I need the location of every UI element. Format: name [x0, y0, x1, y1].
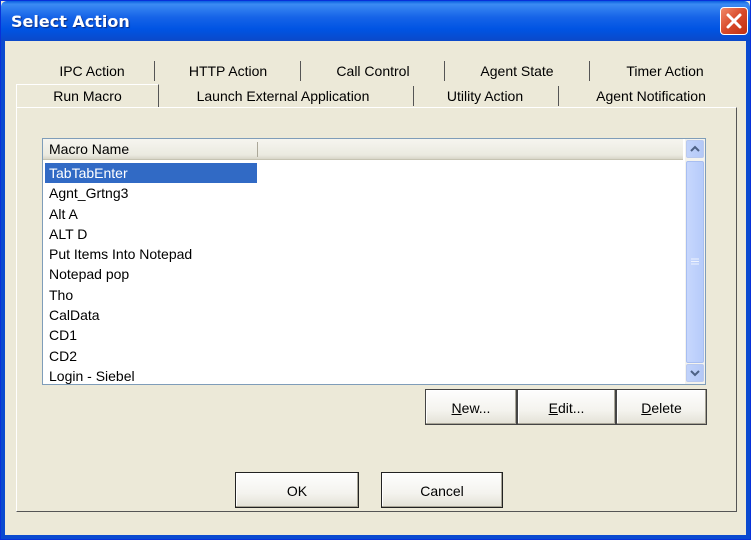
- scroll-down-button[interactable]: [686, 364, 704, 382]
- edit-label: dit...: [557, 400, 585, 416]
- tab-divider: [558, 86, 559, 106]
- tab-utility-action[interactable]: Utility Action: [419, 85, 551, 107]
- vertical-scrollbar[interactable]: [685, 139, 705, 384]
- list-item[interactable]: CalData: [45, 305, 257, 325]
- tab-divider: [154, 61, 155, 81]
- tab-ipc-action[interactable]: IPC Action: [37, 60, 147, 82]
- tab-call-control[interactable]: Call Control: [307, 60, 439, 82]
- list-header: Macro Name: [43, 139, 683, 160]
- close-button[interactable]: [720, 7, 748, 35]
- list-item[interactable]: Agnt_Grtng3: [45, 183, 257, 203]
- new-button[interactable]: New...: [425, 389, 517, 425]
- tab-divider: [413, 86, 414, 106]
- macro-list[interactable]: Macro Name TabTabEnter Agnt_Grtng3 Alt A…: [42, 138, 706, 385]
- tab-launch-external-application[interactable]: Launch External Application: [161, 85, 405, 107]
- column-header-macro-name[interactable]: Macro Name: [43, 139, 257, 160]
- list-item[interactable]: Tho: [45, 285, 257, 305]
- delete-button[interactable]: Delete: [616, 389, 707, 425]
- window-frame-bottom: [1, 535, 750, 539]
- list-item[interactable]: Alt A: [45, 204, 257, 224]
- list-item[interactable]: Login - Siebel: [45, 366, 257, 386]
- list-item[interactable]: Notepad pop: [45, 264, 257, 284]
- window-frame-right: [746, 41, 750, 539]
- scrollbar-thumb[interactable]: [686, 161, 704, 363]
- delete-mnemonic: D: [641, 400, 652, 416]
- cancel-button[interactable]: Cancel: [381, 472, 503, 508]
- list-item[interactable]: CD1: [45, 325, 257, 345]
- chevron-down-icon: [690, 370, 700, 377]
- new-mnemonic: N: [451, 400, 462, 416]
- chevron-up-icon: [690, 145, 700, 152]
- select-action-dialog: Select Action IPC Action HTTP Action Cal…: [0, 0, 751, 540]
- edit-button[interactable]: Edit...: [517, 389, 616, 425]
- list-rows: TabTabEnter Agnt_Grtng3 Alt A ALT D Put …: [45, 163, 681, 386]
- new-label: ew...: [461, 400, 491, 416]
- list-item[interactable]: CD2: [45, 346, 257, 366]
- scroll-up-button[interactable]: [686, 140, 704, 158]
- column-divider[interactable]: [257, 142, 258, 157]
- close-icon: [726, 13, 742, 29]
- ok-button[interactable]: OK: [235, 472, 359, 508]
- tab-agent-state[interactable]: Agent State: [451, 60, 583, 82]
- tab-timer-action[interactable]: Timer Action: [595, 60, 735, 82]
- edit-mnemonic: E: [548, 400, 558, 416]
- window-frame-left: [1, 41, 5, 539]
- tab-run-macro[interactable]: Run Macro: [16, 84, 159, 108]
- tab-http-action[interactable]: HTTP Action: [161, 60, 295, 82]
- tab-divider: [300, 61, 301, 81]
- tab-agent-notification[interactable]: Agent Notification: [565, 85, 737, 107]
- delete-label: elete: [651, 400, 682, 416]
- tab-divider: [444, 61, 445, 81]
- title-bar[interactable]: Select Action: [1, 1, 750, 41]
- tab-divider: [589, 61, 590, 81]
- list-item[interactable]: TabTabEnter: [45, 163, 257, 184]
- grip-icon: [691, 258, 699, 265]
- list-item[interactable]: ALT D: [45, 224, 257, 244]
- list-item[interactable]: Put Items Into Notepad: [45, 244, 257, 264]
- window-title: Select Action: [11, 12, 130, 31]
